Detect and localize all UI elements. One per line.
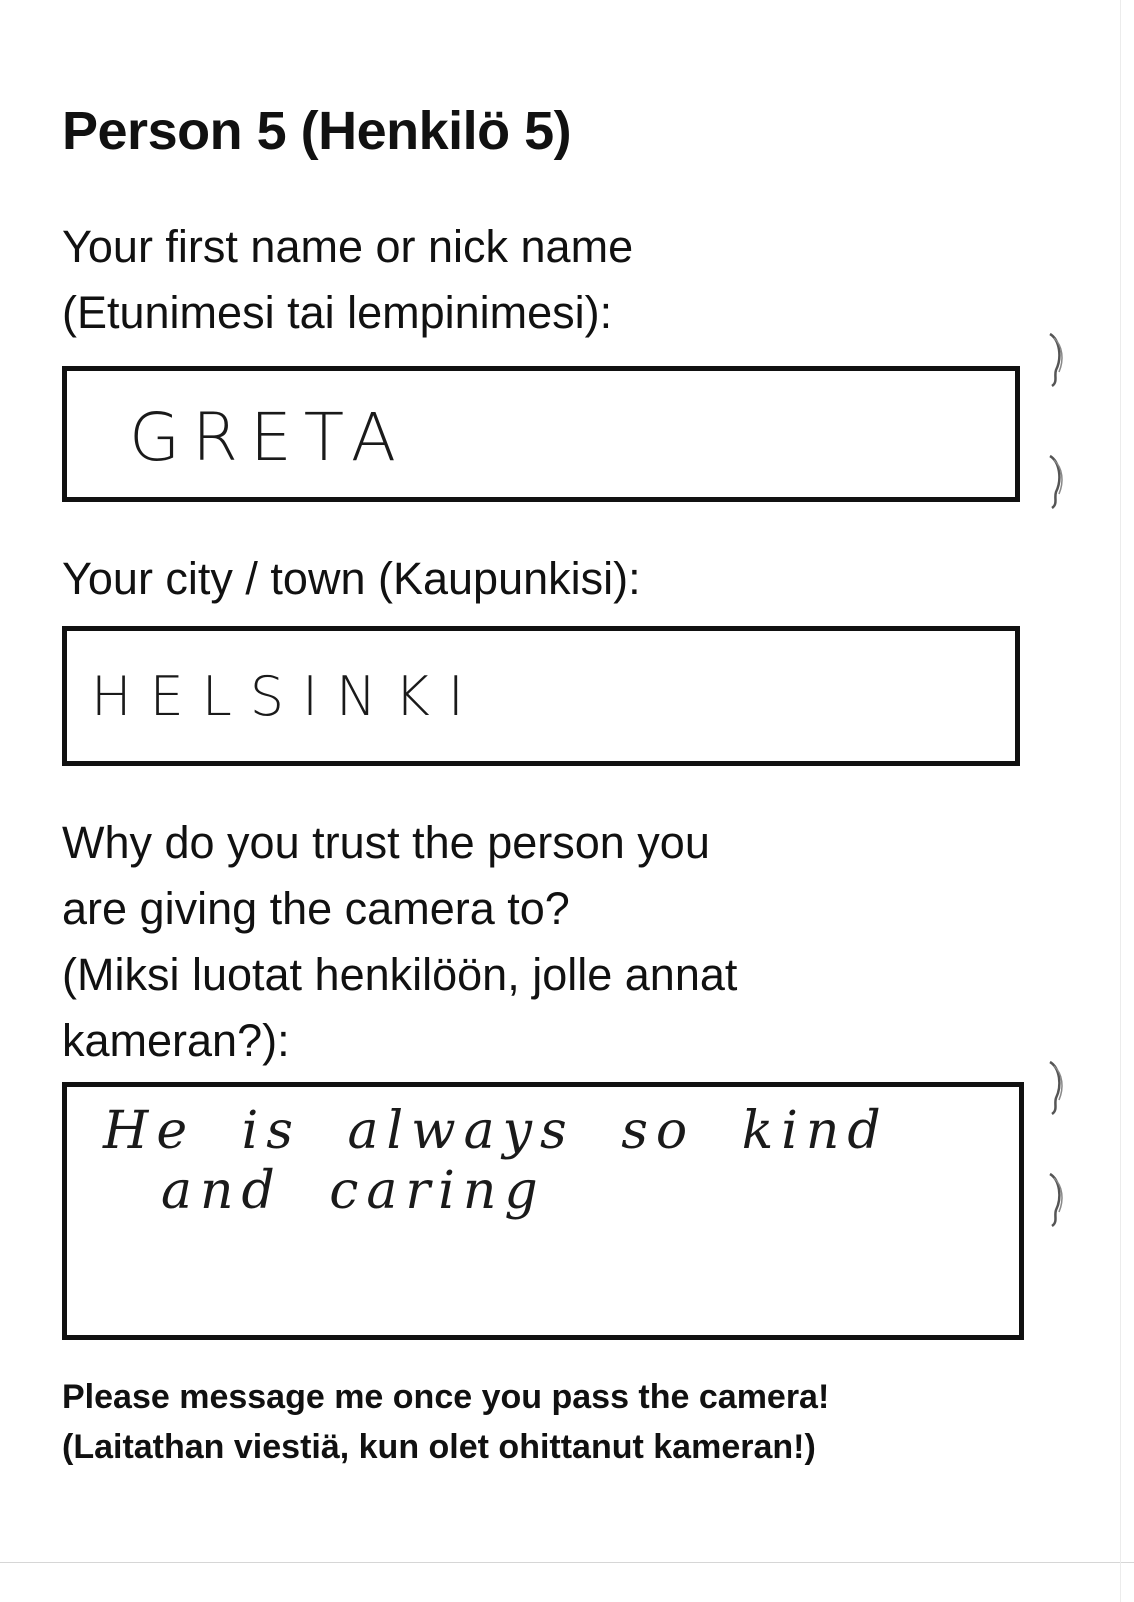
trust-field-label: Why do you trust the person you are givi… — [62, 810, 737, 1074]
footer-line-fi: (Laitathan viestiä, kun olet ohittanut k… — [62, 1428, 816, 1466]
trust-handwritten-value: He is always so kind and caring — [103, 1087, 889, 1221]
city-handwritten-value: HELSINKI — [91, 665, 482, 728]
staple-mark-icon — [1049, 1060, 1063, 1116]
footer-line-en: Please message me once you pass the came… — [62, 1378, 830, 1416]
name-field-label: Your first name or nick name (Etunimesi … — [62, 214, 633, 346]
trust-label-line-2: are giving the camera to? — [62, 883, 570, 934]
page-title: Person 5 (Henkilö 5) — [62, 101, 572, 161]
city-field[interactable]: HELSINKI — [62, 626, 1020, 766]
name-handwritten-value: GRETA — [129, 399, 409, 476]
form-card: Person 5 (Henkilö 5) Your first name or … — [0, 0, 1134, 1602]
trust-handwritten-line-2: and caring — [161, 1161, 546, 1221]
trust-field[interactable]: He is always so kind and caring — [62, 1082, 1024, 1340]
trust-label-line-1: Why do you trust the person you — [62, 817, 710, 868]
trust-label-line-4: kameran?): — [62, 1015, 290, 1066]
name-field[interactable]: GRETA — [62, 366, 1020, 502]
name-label-line-fi: (Etunimesi tai lempinimesi): — [62, 287, 613, 338]
staple-mark-icon — [1049, 454, 1063, 510]
city-field-label: Your city / town (Kaupunkisi): — [62, 546, 641, 612]
footer-note: Please message me once you pass the came… — [62, 1372, 829, 1472]
scan-edge-divider — [0, 1562, 1134, 1563]
staple-mark-icon — [1049, 1172, 1063, 1228]
trust-handwritten-line-1: He is always so kind — [103, 1101, 889, 1161]
staple-mark-icon — [1049, 332, 1063, 388]
trust-label-line-3: (Miksi luotat henkilöön, jolle annat — [62, 949, 738, 1000]
city-label-line: Your city / town (Kaupunkisi): — [62, 553, 641, 604]
scan-edge-divider — [1120, 0, 1121, 1602]
name-label-line: Your first name or nick name — [62, 221, 634, 272]
